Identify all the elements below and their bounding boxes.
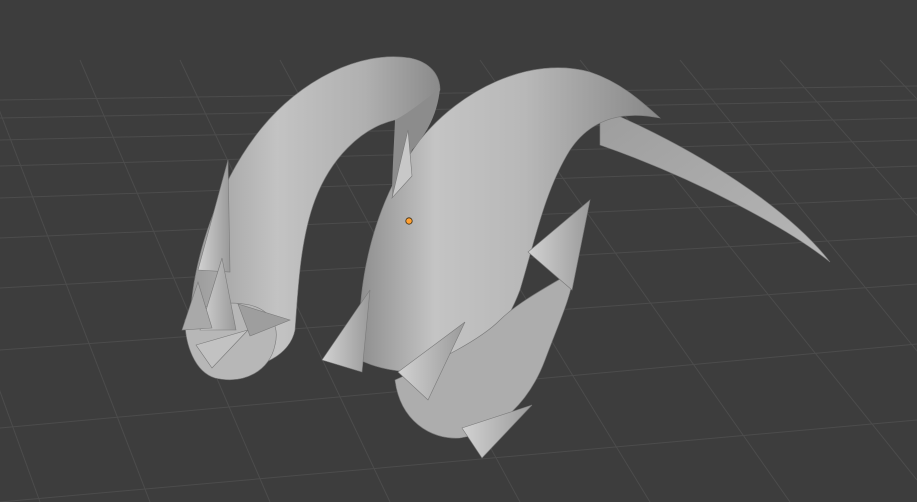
3d-viewport[interactable] — [0, 0, 917, 502]
spike-center[interactable] — [321, 289, 371, 373]
spike-left-top[interactable] — [197, 159, 231, 273]
object-origin-marker[interactable] — [405, 217, 413, 225]
right-horn-tail[interactable] — [599, 107, 831, 263]
viewport-canvas[interactable] — [0, 0, 917, 502]
